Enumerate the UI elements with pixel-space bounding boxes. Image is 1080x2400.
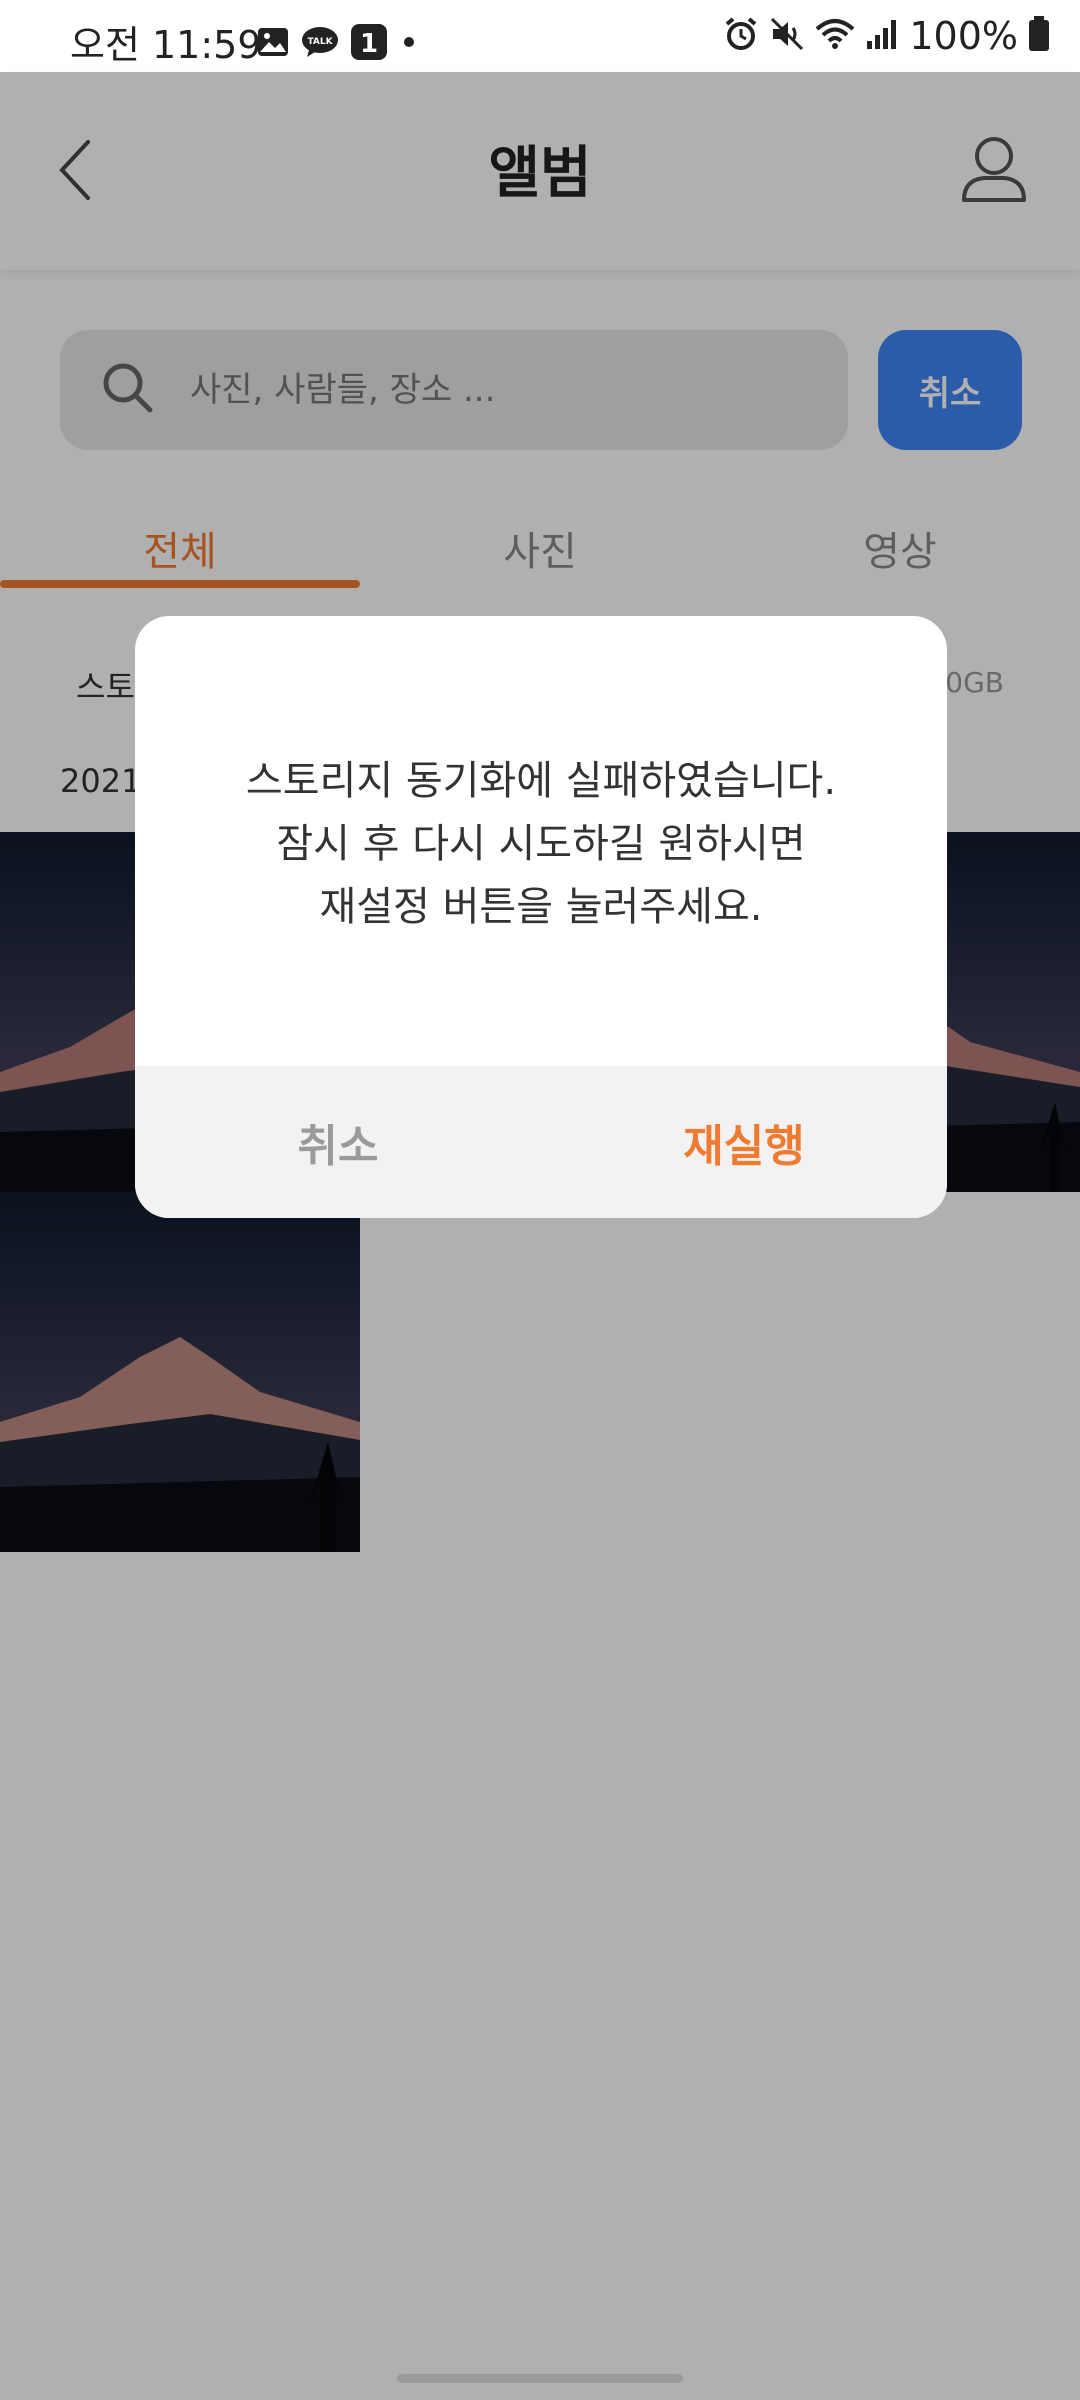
signal-icon [865,17,899,55]
battery-icon [1028,16,1050,56]
status-bar: 오전 11:59 TALK 1 100% [0,0,1080,72]
dialog-message-line: 스토리지 동기화에 실패하였습니다. [245,758,837,804]
dot-icon [399,32,419,56]
badge-one-icon: 1 [351,24,387,64]
modal-backdrop[interactable] [0,72,1080,2400]
dialog-actions: 취소 재실행 [135,1066,947,1218]
dialog-message-line: 잠시 후 다시 시도하길 원하시면 [276,821,806,867]
dialog-retry-button[interactable]: 재실행 [541,1066,947,1218]
alarm-icon [723,16,759,56]
svg-text:1: 1 [360,29,378,59]
wifi-icon [815,17,855,55]
kakaotalk-icon: TALK [301,26,339,62]
dialog-message: 스토리지 동기화에 실패하였습니다. 잠시 후 다시 시도하길 원하시면 재설정… [135,750,947,939]
gallery-icon [257,27,289,61]
mute-icon [769,16,805,56]
dialog-cancel-button[interactable]: 취소 [135,1066,541,1218]
sync-failed-dialog: 스토리지 동기화에 실패하였습니다. 잠시 후 다시 시도하길 원하시면 재설정… [135,616,947,1218]
dialog-message-line: 재설정 버튼을 눌러주세요. [319,884,763,930]
status-icons: 100% [723,14,1050,58]
svg-text:TALK: TALK [307,37,333,47]
status-time: 오전 11:59 [70,23,262,67]
home-indicator[interactable] [397,2374,683,2383]
notification-icons: TALK 1 [257,24,419,64]
battery-percent: 100% [909,14,1018,58]
